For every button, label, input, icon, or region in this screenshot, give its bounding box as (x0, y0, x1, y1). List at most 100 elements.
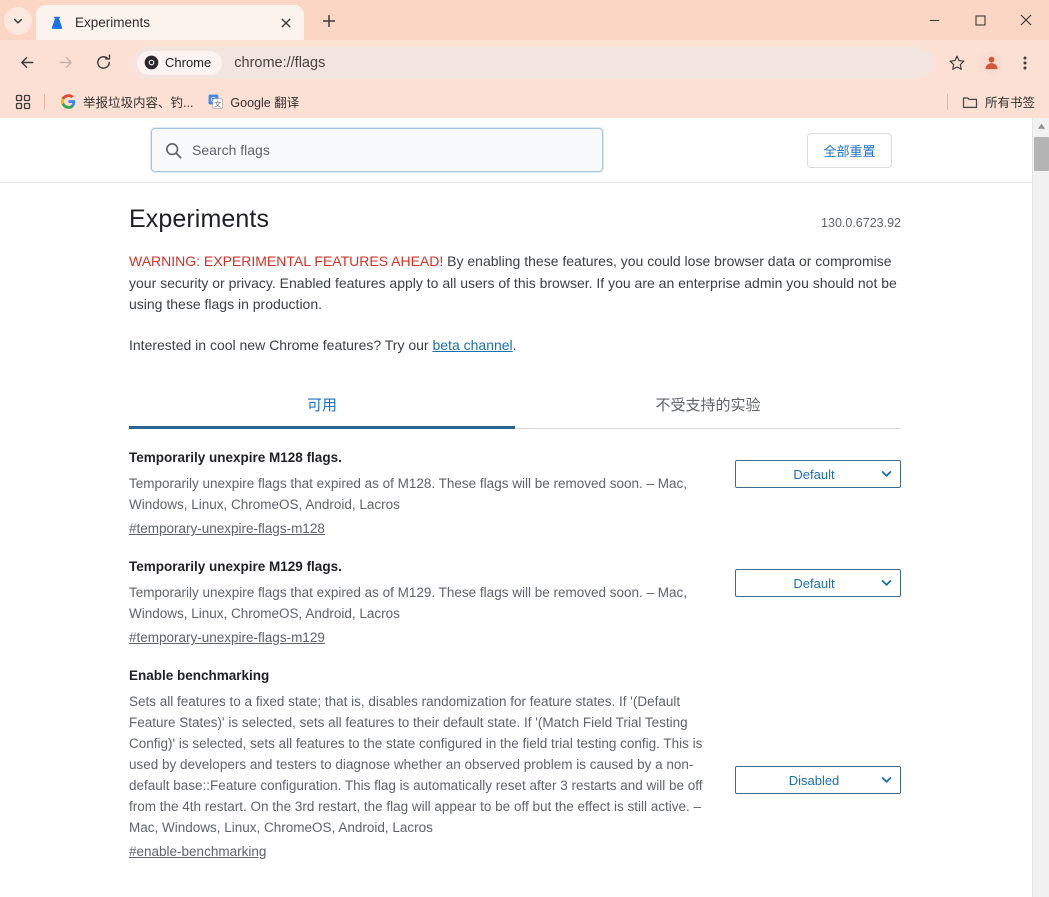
flag-select-wrapper: Disabled (735, 766, 901, 794)
new-tab-button[interactable] (314, 6, 344, 36)
three-dots-vertical-icon (1023, 56, 1027, 69)
flag-entry: Temporarily unexpire M129 flags. Tempora… (129, 538, 901, 647)
maximize-button[interactable] (957, 0, 1003, 40)
omnibox-chrome-chip: Chrome (137, 50, 223, 75)
browser-menu-button[interactable] (1009, 47, 1041, 79)
close-icon (1020, 14, 1032, 26)
bookmarks-separator (44, 93, 45, 110)
all-bookmarks-button[interactable]: 所有书签 (956, 90, 1041, 114)
person-avatar-icon (979, 50, 1003, 75)
bookmarks-bar: 举报垃圾内容、钓... G 文 Google 翻译 所有书签 (0, 85, 1049, 118)
back-button[interactable] (11, 47, 43, 79)
reload-button[interactable] (87, 47, 119, 79)
beta-suffix-text: . (512, 336, 517, 353)
flask-icon (48, 14, 66, 32)
flags-tabs: 可用 不受支持的实验 (129, 383, 901, 429)
beta-channel-link[interactable]: beta channel (432, 337, 512, 353)
tab-available[interactable]: 可用 (129, 383, 515, 429)
flag-anchor-link[interactable]: #temporary-unexpire-flags-m128 (129, 521, 325, 536)
flag-anchor-link[interactable]: #enable-benchmarking (129, 844, 266, 859)
reset-all-button[interactable]: 全部重置 (807, 132, 892, 168)
tab-strip: Experiments (0, 0, 1049, 40)
window-controls (911, 0, 1049, 40)
arrow-left-icon (20, 57, 33, 68)
beta-prefix-text: Interested in cool new Chrome features? … (129, 336, 433, 353)
all-bookmarks-label: 所有书签 (984, 96, 1035, 110)
minimize-button[interactable] (911, 0, 957, 40)
profile-button[interactable] (975, 47, 1007, 79)
flag-title: Enable benchmarking (129, 668, 270, 683)
bookmarks-separator-right (946, 93, 948, 110)
flags-page: 全部重置 Experiments 130.0.6723.92 WARNING: … (0, 118, 1032, 897)
maximize-icon (974, 14, 986, 26)
title-row: Experiments 130.0.6723.92 (129, 205, 901, 234)
plus-icon (322, 14, 336, 28)
flag-control: Disabled (714, 667, 901, 794)
flag-anchor-link[interactable]: #temporary-unexpire-flags-m129 (129, 630, 325, 645)
flag-control: Default (714, 558, 901, 597)
omnibox-url-text: chrome://flags (234, 54, 326, 71)
minimize-icon (929, 19, 939, 21)
flag-state-select[interactable]: Disabled (735, 766, 901, 794)
flag-select-wrapper: Default (735, 569, 901, 597)
page-viewport: 全部重置 Experiments 130.0.6723.92 WARNING: … (0, 118, 1049, 897)
flag-select-wrapper: Default (735, 460, 901, 488)
warning-paragraph: WARNING: EXPERIMENTAL FEATURES AHEAD! By… (129, 251, 901, 316)
tab-title: Experiments (75, 15, 151, 30)
apps-grid-button[interactable] (10, 89, 36, 115)
tab-close-button[interactable] (276, 13, 296, 33)
flag-info: Temporarily unexpire M128 flags. Tempora… (129, 449, 714, 538)
omnibox-chip-label: Chrome (165, 55, 212, 70)
bookmark-star-button[interactable] (941, 47, 973, 79)
triangle-up-icon (1037, 123, 1045, 129)
bookmark-item-report-spam[interactable]: 举报垃圾内容、钓... (53, 90, 200, 114)
tab-search-button[interactable] (4, 7, 32, 35)
bookmark-label: 举报垃圾内容、钓... (83, 96, 194, 110)
scrollbar-thumb[interactable] (1033, 137, 1049, 171)
flag-description: Sets all features to a fixed state; that… (129, 694, 703, 835)
omnibox[interactable]: Chrome chrome://flags (132, 46, 933, 79)
chrome-version: 130.0.6723.92 (821, 216, 901, 230)
flag-info: Temporarily unexpire M129 flags. Tempora… (129, 558, 714, 647)
scrollbar-track[interactable] (1033, 135, 1049, 897)
star-icon (949, 55, 965, 70)
google-g-icon (60, 94, 76, 110)
flag-state-select[interactable]: Default (735, 569, 901, 597)
browser-tab-experiments[interactable]: Experiments (36, 5, 304, 40)
chrome-logo-icon (144, 55, 159, 70)
flag-entry: Temporarily unexpire M128 flags. Tempora… (129, 429, 901, 538)
search-box[interactable] (151, 128, 603, 172)
close-window-button[interactable] (1003, 0, 1049, 40)
beta-channel-paragraph: Interested in cool new Chrome features? … (129, 335, 901, 357)
apps-grid-icon (15, 94, 31, 109)
svg-text:文: 文 (214, 100, 221, 109)
arrow-right-icon (59, 57, 72, 68)
flags-content-inner: Experiments 130.0.6723.92 WARNING: EXPER… (129, 183, 901, 861)
warning-headline: WARNING: EXPERIMENTAL FEATURES AHEAD! (129, 253, 444, 269)
flag-description: Temporarily unexpire flags that expired … (129, 585, 688, 621)
chevron-down-icon (13, 18, 23, 24)
scrollbar-up-arrow[interactable] (1033, 118, 1049, 135)
page-scrollbar[interactable] (1032, 118, 1049, 897)
search-icon (166, 142, 182, 159)
search-container (151, 128, 603, 172)
flag-title: Temporarily unexpire M128 flags. (129, 450, 342, 465)
reload-icon (96, 54, 110, 69)
forward-button[interactable] (49, 47, 81, 79)
search-input[interactable] (192, 142, 590, 158)
flag-info: Enable benchmarking Sets all features to… (129, 667, 714, 861)
flag-state-select[interactable]: Default (735, 460, 901, 488)
bookmark-label: Google 翻译 (230, 96, 300, 110)
flag-control: Default (714, 449, 901, 488)
tab-unsupported[interactable]: 不受支持的实验 (515, 383, 901, 428)
page-title: Experiments (129, 205, 270, 233)
bookmark-item-google-translate[interactable]: G 文 Google 翻译 (200, 90, 306, 114)
flag-entry: Enable benchmarking Sets all features to… (129, 647, 901, 861)
flags-search-header: 全部重置 (0, 118, 1032, 183)
browser-window: Experiments Chrome chrome://flags 举报垃圾内容… (0, 0, 1049, 897)
flags-content: Experiments 130.0.6723.92 WARNING: EXPER… (0, 183, 1032, 897)
browser-toolbar: Chrome chrome://flags (0, 40, 1049, 85)
flag-title: Temporarily unexpire M129 flags. (129, 559, 342, 574)
google-translate-icon: G 文 (207, 94, 223, 110)
folder-icon (962, 94, 978, 110)
